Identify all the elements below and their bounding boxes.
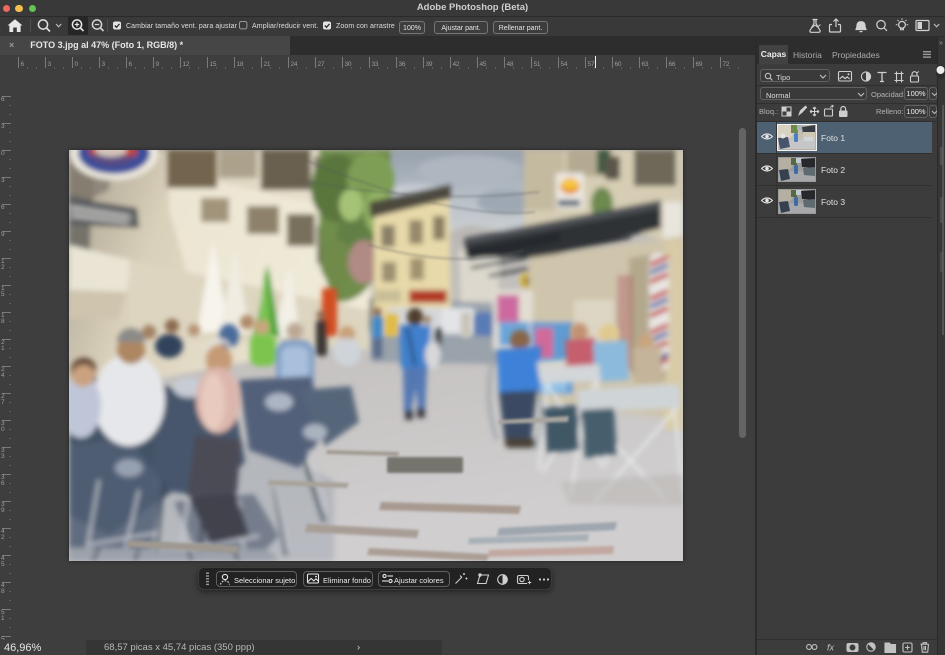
svg-text:fx: fx (827, 643, 835, 653)
